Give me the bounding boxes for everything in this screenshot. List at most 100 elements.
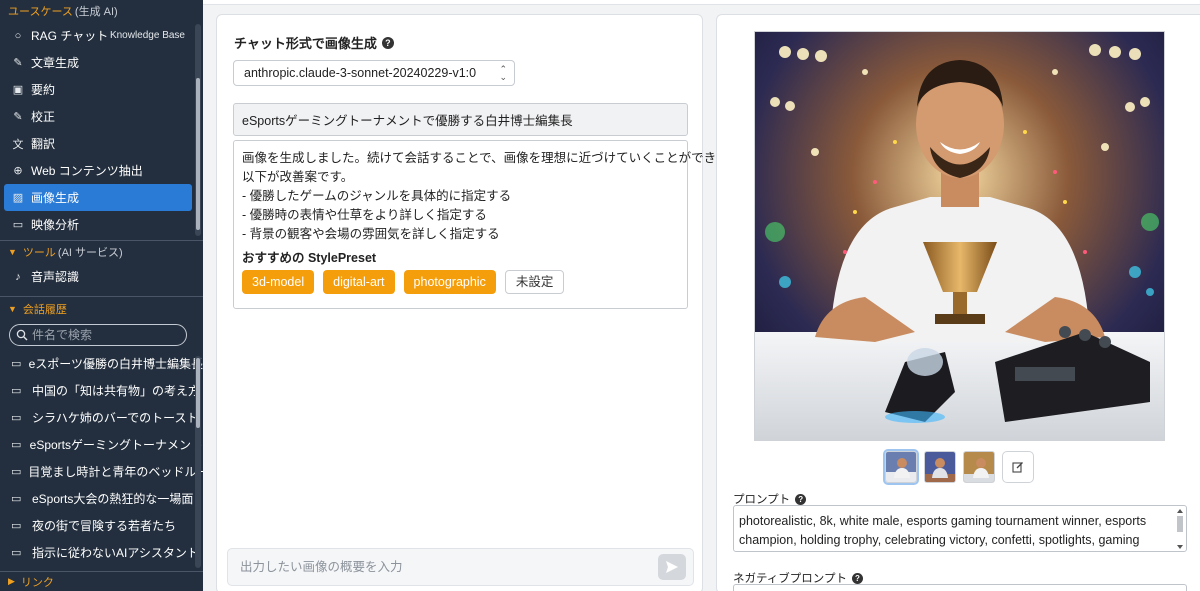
- sidebar-item-label: 翻訳: [31, 137, 56, 151]
- preset-digital-art-button[interactable]: digital-art: [323, 270, 395, 294]
- user-message-text: eSportsゲーミングトーナメントで優勝する白井博士編集長: [242, 114, 573, 128]
- sidebar-item[interactable]: ✎ 校正: [0, 103, 203, 130]
- link-header-title: リンク: [20, 576, 54, 589]
- user-message: eSportsゲーミングトーナメントで優勝する白井博士編集長: [233, 103, 688, 136]
- history-item[interactable]: ▭ 指示に従わないAIアシスタント: [0, 539, 203, 566]
- use-case-scroll-thumb[interactable]: [196, 78, 200, 230]
- help-icon[interactable]: ?: [381, 36, 394, 49]
- history-item-label: eスポーツ優勝の白井博士編集長: [28, 357, 203, 371]
- use-case-list: ○ RAG チャット Knowledge Base ✎ 文章生成 ▣ 要約 ✎ 校正文翻訳 ⊕ We…: [0, 22, 203, 238]
- history-header[interactable]: ▼ 会話履歴: [0, 298, 203, 320]
- image-icon: ▨: [12, 192, 24, 204]
- generated-image[interactable]: [754, 31, 1165, 441]
- sidebar-item[interactable]: ✎ 文章生成: [0, 49, 203, 76]
- history-item-label: eSports大会の熱狂的な一場面: [32, 492, 194, 506]
- use-case-header-title: ユースケース: [8, 6, 73, 18]
- model-select[interactable]: anthropic.claude-3-sonnet-20240229-v1:0 …: [233, 60, 515, 86]
- history-item[interactable]: ▭ eSports大会の熱狂的な一場面: [0, 485, 203, 512]
- history-header-title: 会話履歴: [22, 304, 67, 316]
- tools-list: ♪ 音声認識: [0, 263, 203, 290]
- sidebar-divider: [0, 296, 203, 297]
- sidebar-item[interactable]: 文翻訳: [0, 130, 203, 157]
- pencil-icon: ✎: [13, 57, 23, 69]
- prompt-scrollbar[interactable]: [1175, 508, 1185, 550]
- assistant-line: 画像を生成しました。続けて会話することで、画像を理想に近づけていくことができます…: [242, 151, 753, 165]
- history-list: ▭ eスポーツ優勝の白井博士編集長 ▭ 中国の「知は共有物」の考え方 ▭ シラハケ姉のバー…: [0, 350, 203, 566]
- sidebar-item-label: 要約: [31, 83, 56, 97]
- sidebar-item-label: 映像分析: [31, 218, 80, 232]
- chat-input[interactable]: [240, 560, 640, 574]
- sidebar-item[interactable]: ♪ 音声認識: [0, 263, 203, 290]
- history-item-label: 中国の「知は共有物」の考え方: [32, 384, 201, 398]
- chat-input-bar: [227, 548, 694, 586]
- assistant-line: - 優勝時の表情や仕草をより詳しく指定する: [242, 208, 487, 222]
- page-title-text: チャット形式で画像生成: [234, 36, 377, 51]
- use-case-header-sub: (生成 AI): [74, 6, 118, 18]
- history-item[interactable]: ▭ eSportsゲーミングトーナメント: [0, 431, 203, 458]
- assistant-line: - 優勝したゲームのジャンルを具体的に指定する: [242, 189, 512, 203]
- prompt-textarea[interactable]: photorealistic, 8k, white male, esports …: [733, 505, 1187, 552]
- help-icon[interactable]: ?: [851, 572, 863, 584]
- history-search-input[interactable]: [32, 328, 172, 342]
- chat-bubble-icon: ▭: [11, 412, 22, 424]
- sidebar-item-label: 校正: [31, 110, 56, 124]
- image-panel: プロンプト ? photorealistic, 8k, white male, …: [716, 14, 1200, 591]
- caret-down-icon: ▼: [8, 304, 17, 314]
- caret-right-icon: ▶: [8, 576, 15, 586]
- help-icon[interactable]: ?: [795, 493, 807, 505]
- assistant-message: 画像を生成しました。続けて会話することで、画像を理想に近づけていくことができます…: [233, 140, 753, 309]
- assistant-line: 以下が改善案です。: [242, 170, 354, 184]
- use-case-header[interactable]: ユースケース (生成 AI): [0, 0, 203, 22]
- sidebar-item[interactable]: ▨ 画像生成: [4, 184, 192, 211]
- edit-image-button[interactable]: [1002, 451, 1034, 483]
- thumbnail[interactable]: [963, 451, 995, 483]
- preset-3d-model-button[interactable]: 3d-model: [242, 270, 315, 294]
- history-item[interactable]: ▭ eスポーツ優勝の白井博士編集長: [0, 350, 203, 377]
- style-preset-row: 3d-model digital-art photographic 未設定: [242, 270, 679, 294]
- chevron-updown-icon: ⌃ ⌄: [499, 64, 507, 82]
- video-icon: ▭: [12, 219, 24, 231]
- chat-bubble-icon: ▭: [11, 439, 22, 451]
- sidebar-item[interactable]: ▣ 要約: [0, 76, 203, 103]
- preset-photographic-button[interactable]: photographic: [403, 270, 496, 294]
- thumbnail[interactable]: [883, 449, 919, 485]
- sidebar-item-label: 画像生成: [31, 191, 80, 205]
- style-preset-title: おすすめの StylePreset: [242, 251, 377, 265]
- top-bar: [203, 0, 1200, 5]
- history-item[interactable]: ▭ シラハケ姉のバーでのトースト: [0, 404, 203, 431]
- send-button[interactable]: [658, 554, 686, 580]
- sidebar-item-tag: Knowledge Base: [109, 30, 185, 41]
- chat-bubble-icon: ▭: [11, 385, 22, 397]
- link-header[interactable]: ▶ リンク: [0, 572, 54, 591]
- history-item[interactable]: ▭ 中国の「知は共有物」の考え方: [0, 377, 203, 404]
- sidebar-item[interactable]: ▭ 映像分析: [0, 211, 203, 238]
- thumbnail[interactable]: [924, 451, 956, 483]
- sidebar-item-label: RAG チャット: [31, 29, 109, 43]
- preset-none-button[interactable]: 未設定: [504, 270, 565, 294]
- history-item-label: 夜の街で冒険する若者たち: [32, 519, 177, 533]
- history-search: [9, 324, 187, 346]
- caret-down-icon: ▼: [8, 247, 17, 257]
- prompt-text: photorealistic, 8k, white male, esports …: [739, 514, 1147, 547]
- history-item[interactable]: ▭ 目覚まし時計と青年のベッドルーム: [0, 458, 203, 485]
- history-scroll-thumb[interactable]: [196, 358, 200, 428]
- history-item-label: eSportsゲーミングトーナメント: [29, 438, 203, 452]
- edit-check-icon: ✎: [13, 111, 23, 123]
- globe-icon: ⊕: [13, 165, 23, 177]
- history-item-label: 指示に従わないAIアシスタント: [32, 546, 199, 560]
- sidebar-item[interactable]: ○ RAG チャット Knowledge Base: [0, 22, 203, 49]
- generated-image-art: [755, 32, 1164, 440]
- send-icon: [666, 561, 678, 573]
- edit-icon: [1012, 462, 1023, 473]
- history-item-label: 目覚まし時計と青年のベッドルーム: [28, 465, 203, 479]
- page-title: チャット形式で画像生成 ?: [234, 33, 394, 52]
- translate-icon: 文: [12, 138, 24, 151]
- sidebar-item[interactable]: ⊕ Web コンテンツ抽出: [0, 157, 203, 184]
- sidebar-item-label: 音声認識: [31, 270, 80, 284]
- chat-bubble-icon: ▭: [11, 358, 22, 370]
- negative-prompt-textarea[interactable]: [733, 584, 1187, 591]
- history-item[interactable]: ▭ 夜の街で冒険する若者たち: [0, 512, 203, 539]
- tools-header[interactable]: ▼ ツール (AI サービス): [0, 241, 203, 263]
- chat-bubble-icon: ▭: [11, 493, 22, 505]
- thumbnail-row: [883, 449, 1034, 485]
